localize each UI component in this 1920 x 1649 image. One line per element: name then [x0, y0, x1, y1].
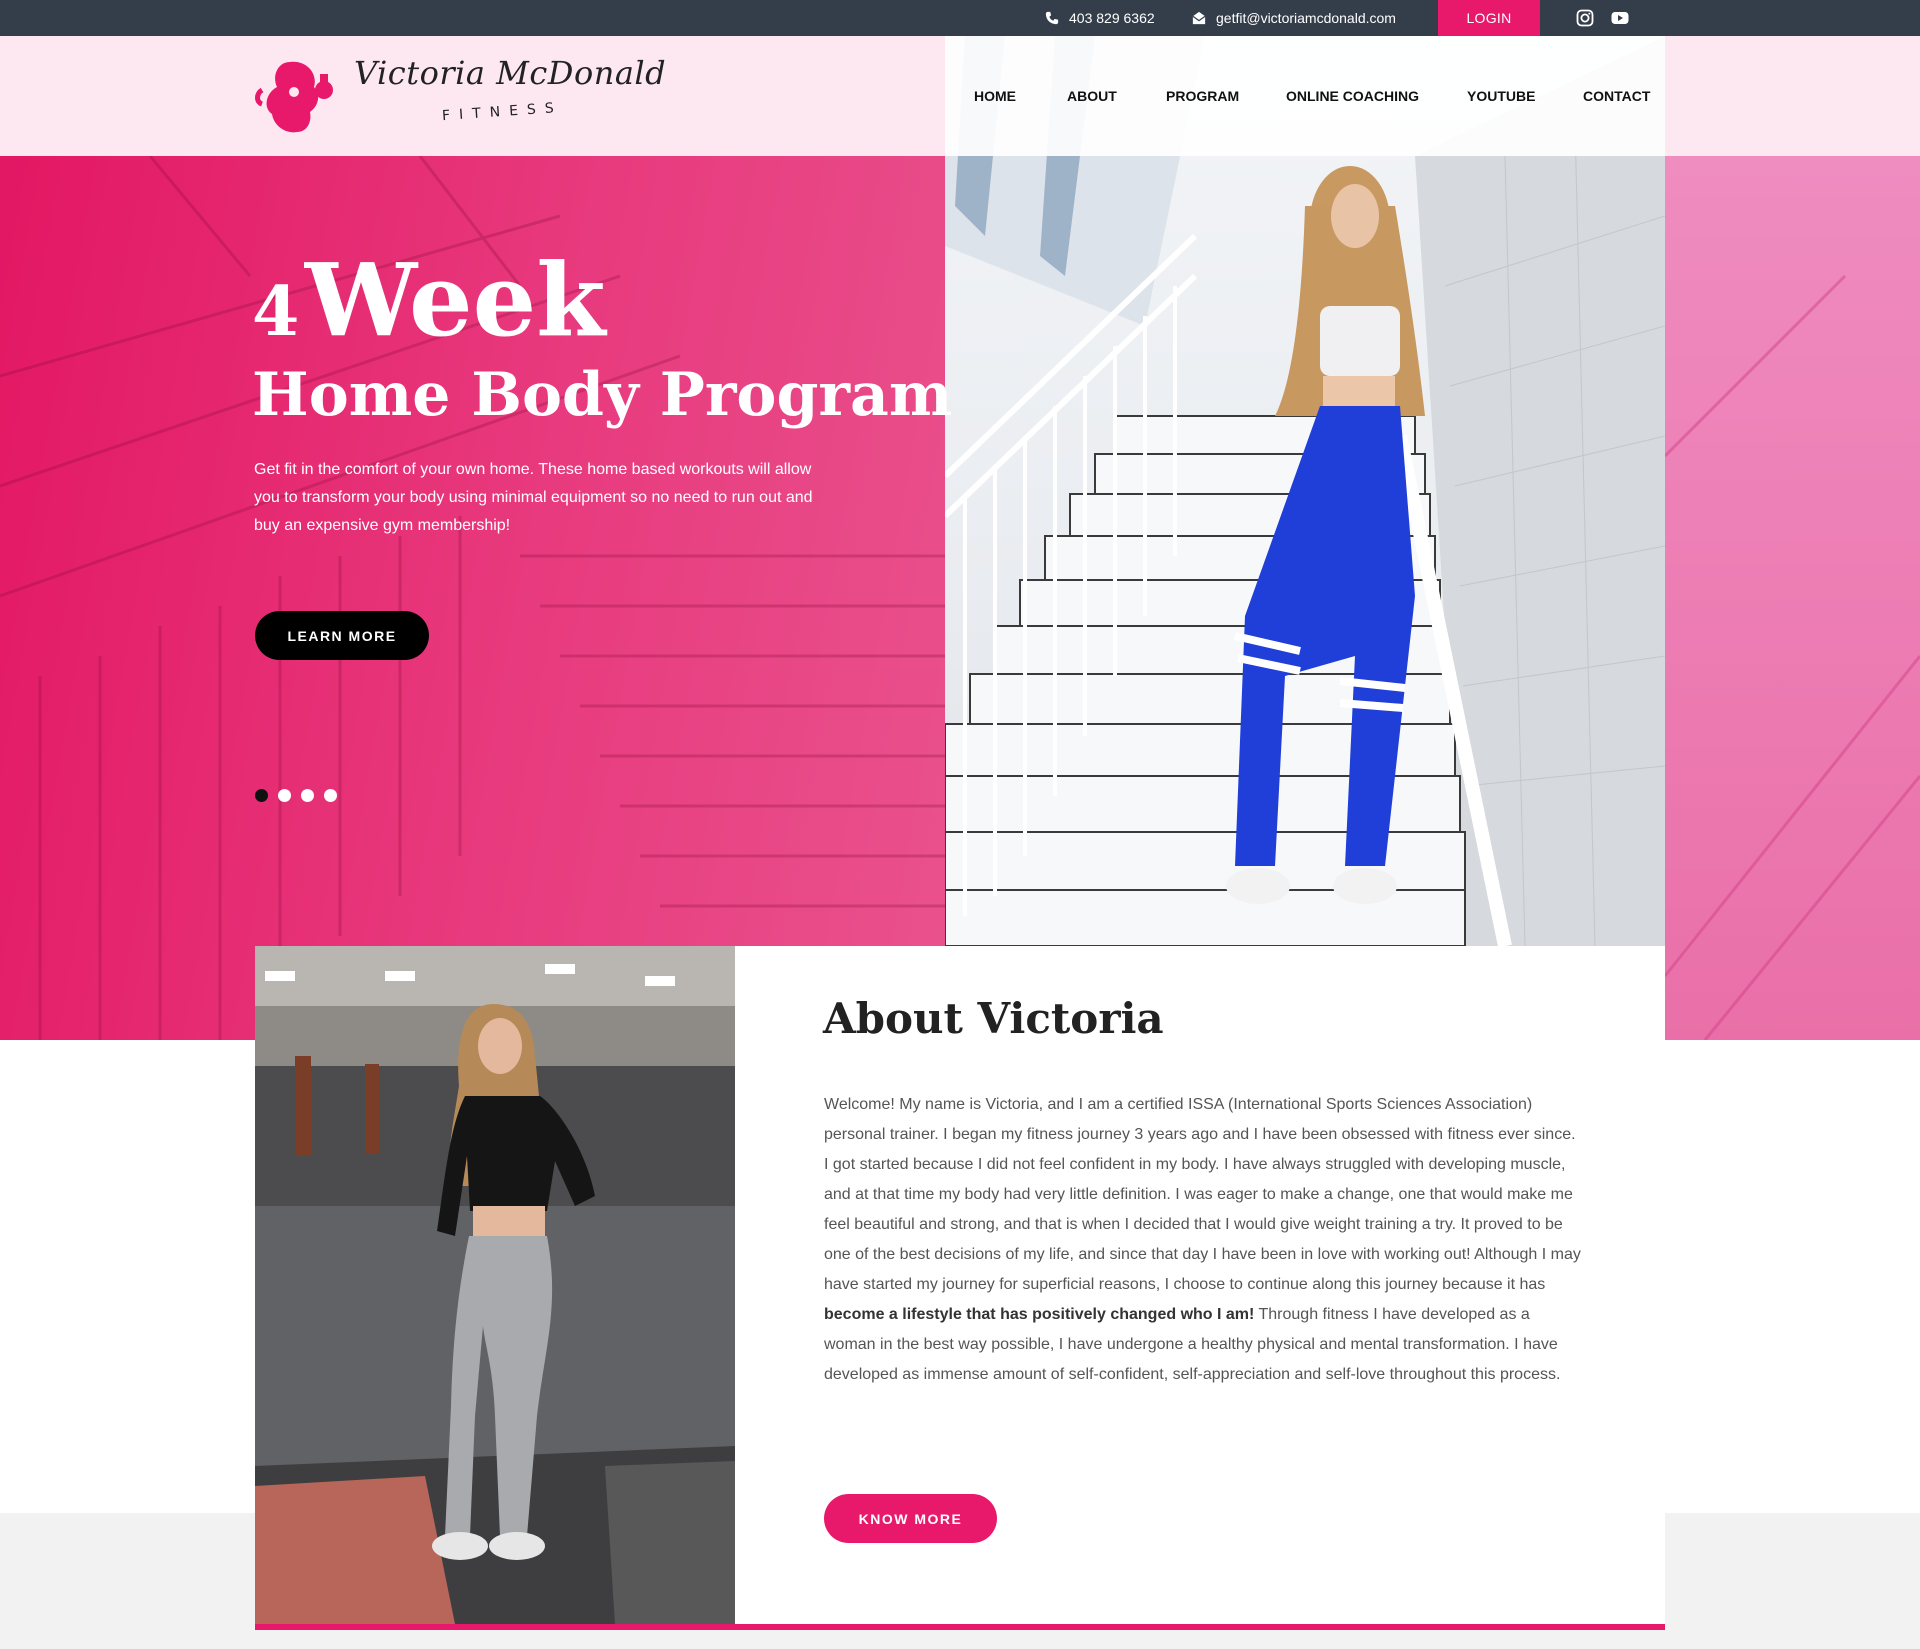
logo-figure-icon	[255, 61, 333, 133]
login-button[interactable]: LOGIN	[1438, 0, 1540, 36]
about-text: Welcome! My name is Victoria, and I am a…	[824, 1090, 1584, 1390]
slider-dot-3[interactable]	[301, 789, 314, 802]
know-more-button[interactable]: KNOW MORE	[824, 1494, 997, 1543]
email-link[interactable]: getfit@victoriamcdonald.com	[1192, 0, 1396, 36]
top-bar: 403 829 6362 getfit@victoriamcdonald.com…	[0, 0, 1920, 36]
learn-more-button[interactable]: LEARN MORE	[255, 611, 429, 660]
header-background-right	[1665, 36, 1920, 156]
hero-title: 4 Week	[252, 250, 606, 350]
nav-youtube[interactable]: YOUTUBE	[1467, 88, 1535, 104]
about-photo	[255, 946, 735, 1624]
logo[interactable]: Victoria McDonald FITNESS	[252, 48, 666, 144]
hero-title-word: Week	[304, 241, 606, 359]
about-text-part-1: Welcome! My name is Victoria, and I am a…	[824, 1096, 1581, 1293]
nav-program[interactable]: PROGRAM	[1166, 88, 1239, 104]
hero-description: Get fit in the comfort of your own home.…	[254, 461, 813, 534]
hero-side-panel	[1665, 156, 1920, 1040]
woman-in-gym-image	[255, 946, 735, 1624]
nav-about[interactable]: ABOUT	[1067, 88, 1117, 104]
about-text-highlight: become a lifestyle that has positively c…	[824, 1306, 1255, 1323]
woman-on-stairs-image	[945, 36, 1665, 946]
slider-dot-2[interactable]	[278, 789, 291, 802]
phone-number[interactable]: 403 829 6362	[1069, 10, 1155, 26]
instagram-icon[interactable]	[1576, 9, 1594, 27]
phone-icon	[1045, 11, 1059, 25]
slider-dot-1[interactable]	[255, 789, 268, 802]
nav-home[interactable]: HOME	[974, 88, 1016, 104]
logo-sub-text: FITNESS	[441, 99, 564, 125]
nav-online-coaching[interactable]: ONLINE COACHING	[1286, 88, 1419, 104]
youtube-icon[interactable]	[1611, 9, 1629, 27]
logo-script-text: Victoria McDonald	[354, 54, 667, 92]
email-address[interactable]: getfit@victoriamcdonald.com	[1216, 10, 1396, 26]
side-stairs-image	[1665, 274, 1920, 1040]
hero-subtitle: Home Body Program	[252, 360, 953, 430]
about-accent-bar	[255, 1624, 1665, 1630]
about-title: About Victoria	[823, 994, 1164, 1043]
nav-contact[interactable]: CONTACT	[1583, 88, 1650, 104]
phone-link[interactable]: 403 829 6362	[1045, 0, 1155, 36]
email-icon	[1192, 11, 1206, 25]
hero-photo	[945, 36, 1665, 946]
slider-dot-4[interactable]	[324, 789, 337, 802]
hero-title-number: 4	[252, 272, 300, 352]
